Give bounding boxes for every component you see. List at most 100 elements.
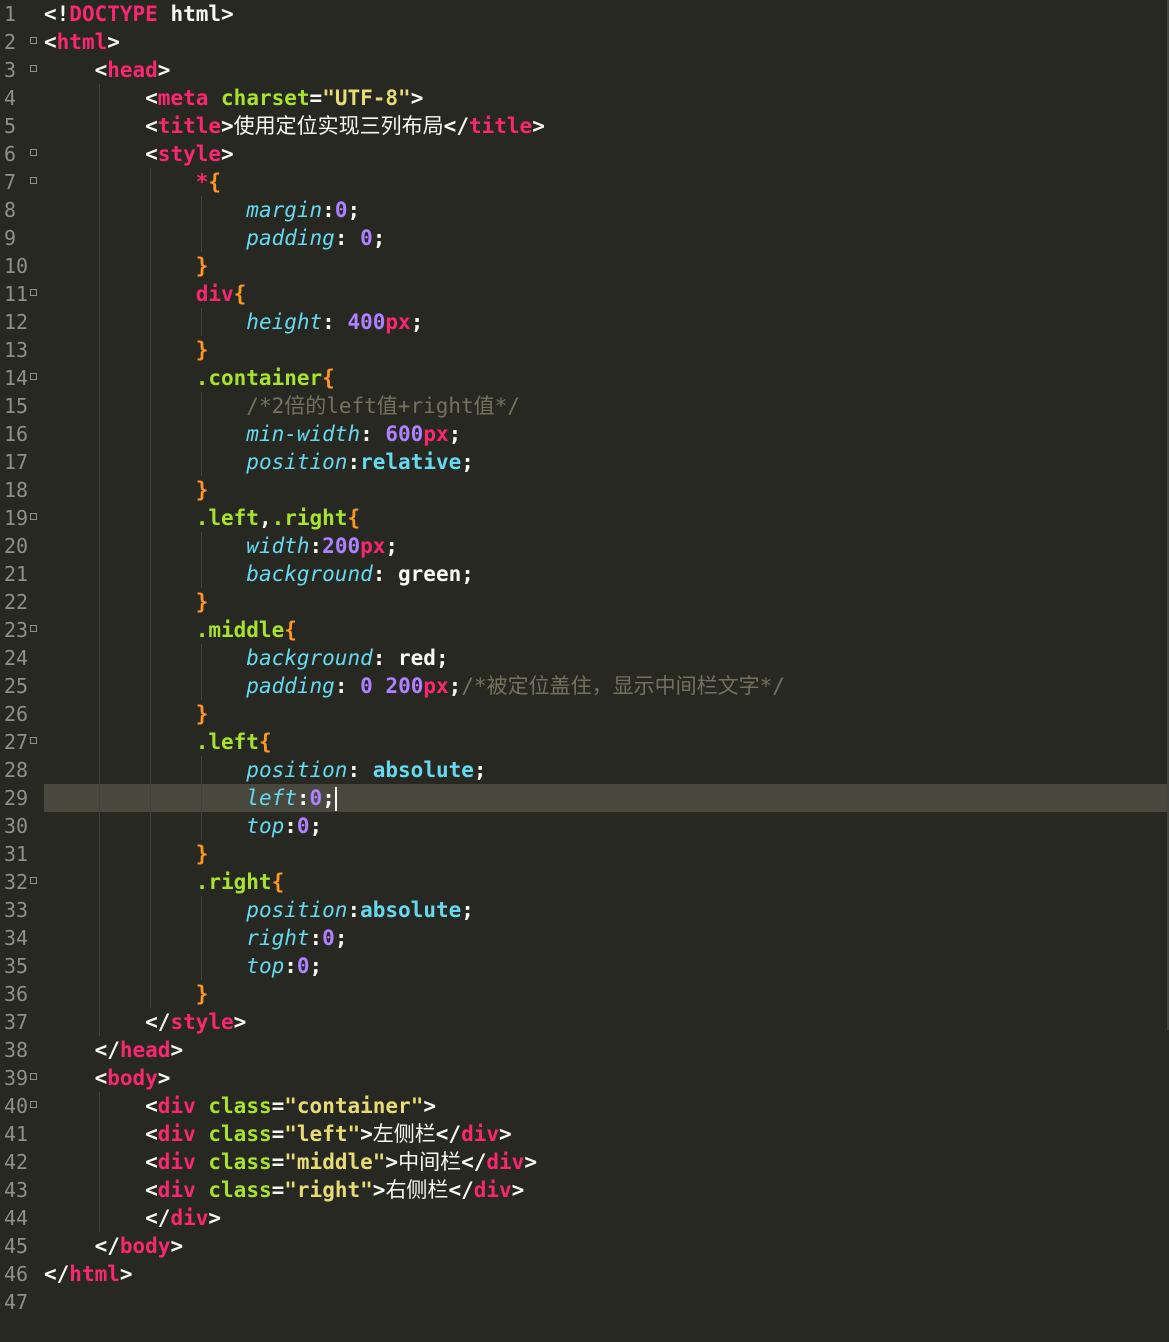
code-line[interactable]: <div class="left">左侧栏</div> — [44, 1120, 1167, 1148]
line-number: 1 — [4, 2, 17, 26]
line-number: 29 — [4, 786, 29, 810]
fold-toggle-icon[interactable] — [30, 177, 37, 184]
token-plain: < — [44, 58, 108, 82]
token-plain: ; — [461, 898, 474, 922]
code-line[interactable]: width:200px; — [44, 532, 1167, 560]
code-line[interactable]: } — [44, 840, 1167, 868]
token-str: "left" — [284, 1122, 361, 1146]
code-line[interactable]: } — [44, 700, 1167, 728]
line-number: 28 — [4, 758, 29, 782]
code-line[interactable]: div{ — [44, 280, 1167, 308]
code-line[interactable]: } — [44, 252, 1167, 280]
code-line[interactable]: } — [44, 476, 1167, 504]
gutter-line: 42 — [0, 1148, 40, 1176]
fold-toggle-icon[interactable] — [30, 877, 37, 884]
line-number: 13 — [4, 338, 29, 362]
code-line[interactable]: } — [44, 588, 1167, 616]
fold-toggle-icon[interactable] — [30, 149, 37, 156]
gutter-line: 15 — [0, 392, 40, 420]
fold-toggle-icon[interactable] — [30, 513, 37, 520]
gutter-line: 25 — [0, 672, 40, 700]
code-line[interactable]: </head> — [44, 1036, 1167, 1064]
gutter-line: 10 — [0, 252, 40, 280]
code-line[interactable]: <div class="container"> — [44, 1092, 1167, 1120]
token-plain: ; — [309, 954, 323, 978]
gutter-line: 21 — [0, 560, 40, 588]
gutter-line: 8 — [0, 196, 40, 224]
code-line[interactable]: <div class="middle">中间栏</div> — [44, 1148, 1167, 1176]
token-sel: .right — [195, 870, 272, 894]
fold-toggle-icon[interactable] — [30, 373, 37, 380]
token-brace: { — [258, 730, 272, 754]
code-line[interactable]: </body> — [44, 1232, 1167, 1260]
code-line[interactable]: top:0; — [44, 952, 1167, 980]
code-line[interactable]: /*2倍的left值+right值*/ — [44, 392, 1167, 420]
token-prop: margin — [246, 198, 323, 222]
code-line[interactable]: right:0; — [44, 924, 1167, 952]
code-line[interactable]: .left,.right{ — [44, 504, 1167, 532]
code-line[interactable]: padding: 0 200px;/*被定位盖住，显示中间栏文字*/ — [44, 672, 1167, 700]
code-line[interactable] — [44, 1288, 1167, 1316]
code-line[interactable]: position:relative; — [44, 448, 1167, 476]
code-line[interactable]: position:absolute; — [44, 896, 1167, 924]
token-com: /*2倍的left值+right值*/ — [246, 394, 520, 418]
token-plain: ; — [448, 674, 462, 698]
fold-toggle-icon[interactable] — [30, 625, 37, 632]
code-line[interactable]: <title>使用定位实现三列布局</title> — [44, 112, 1167, 140]
code-line[interactable]: <meta charset="UTF-8"> — [44, 84, 1167, 112]
fold-toggle-icon[interactable] — [30, 37, 37, 44]
token-plain: > — [157, 1066, 171, 1090]
token-plain: > — [524, 1150, 537, 1174]
code-line[interactable]: *{ — [44, 168, 1167, 196]
code-line[interactable]: </style> — [44, 1008, 1167, 1036]
fold-toggle-icon[interactable] — [30, 737, 37, 744]
code-editor[interactable]: 1 2 3 4 5 6 7 8 9 10 11 12 13 14 15 16 17 18 19 20 21 22 23 24 2… — [0, 0, 1169, 1342]
token-str: "container" — [284, 1094, 424, 1118]
code-line[interactable]: <style> — [44, 140, 1167, 168]
code-line[interactable]: } — [44, 336, 1167, 364]
code-text: top:0; — [44, 954, 322, 978]
fold-toggle-icon[interactable] — [30, 65, 37, 72]
token-plain: < — [44, 1122, 158, 1146]
code-line[interactable]: margin:0; — [44, 196, 1167, 224]
code-line[interactable]: .left{ — [44, 728, 1167, 756]
code-line[interactable]: .right{ — [44, 868, 1167, 896]
token-tag: style — [170, 1010, 234, 1034]
code-line[interactable]: <head> — [44, 56, 1167, 84]
code-line[interactable]: </div> — [44, 1204, 1167, 1232]
code-line[interactable]: padding: 0; — [44, 224, 1167, 252]
token-plain: < — [44, 1094, 158, 1118]
active-code-line[interactable]: left:0; — [44, 784, 1167, 812]
token-attr: class — [208, 1150, 272, 1174]
fold-toggle-icon[interactable] — [30, 289, 37, 296]
code-line[interactable]: min-width: 600px; — [44, 420, 1167, 448]
code-line[interactable]: <div class="right">右侧栏</div> — [44, 1176, 1167, 1204]
code-area[interactable]: <!DOCTYPE html> <html> <head> <meta chars… — [44, 0, 1167, 1342]
code-line[interactable]: </html> — [44, 1260, 1167, 1288]
token-plain: > — [119, 1262, 133, 1286]
code-line[interactable]: background: green; — [44, 560, 1167, 588]
token-plain: > — [170, 1234, 184, 1258]
token-plain: ; — [448, 422, 462, 446]
code-line[interactable]: background: red; — [44, 644, 1167, 672]
code-line[interactable]: <!DOCTYPE html> — [44, 0, 1167, 28]
code-line[interactable]: } — [44, 980, 1167, 1008]
code-line[interactable]: top:0; — [44, 812, 1167, 840]
line-number: 42 — [4, 1150, 29, 1174]
code-line[interactable]: .container{ — [44, 364, 1167, 392]
fold-toggle-icon[interactable] — [30, 1101, 37, 1108]
gutter-line: 30 — [0, 812, 40, 840]
code-line[interactable]: <html> — [44, 28, 1167, 56]
code-line[interactable]: height: 400px; — [44, 308, 1167, 336]
code-line[interactable]: <body> — [44, 1064, 1167, 1092]
token-tag: head — [107, 58, 158, 82]
fold-toggle-icon[interactable] — [30, 1073, 37, 1080]
gutter-line: 20 — [0, 532, 40, 560]
code-line[interactable]: .middle{ — [44, 616, 1167, 644]
code-line[interactable]: position: absolute; — [44, 756, 1167, 784]
